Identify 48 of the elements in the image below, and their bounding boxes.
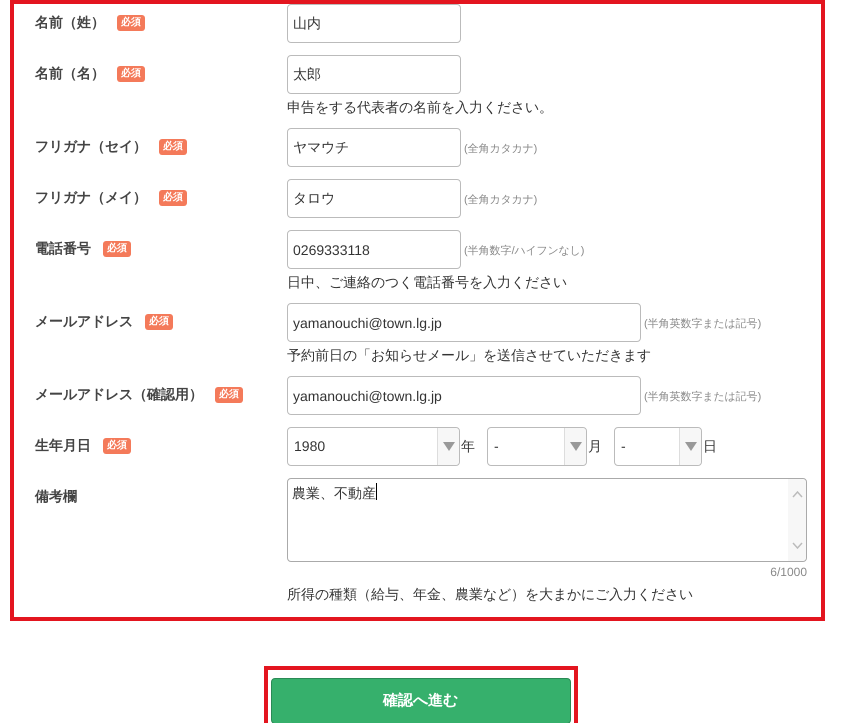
field-label: 備考欄 bbox=[35, 487, 77, 506]
field-note: 申告をする代表者の名前を入力ください。 bbox=[287, 98, 553, 116]
field-label: メールアドレス bbox=[35, 312, 133, 331]
required-badge: 必須 bbox=[159, 138, 187, 154]
field-label: 名前（姓） bbox=[35, 13, 105, 32]
required-badge: 必須 bbox=[215, 386, 243, 402]
text-field[interactable]: yamanouchi@town.lg.jp bbox=[287, 303, 641, 342]
field-label: 名前（名） bbox=[35, 64, 105, 83]
field-hint: (半角英数字または記号) bbox=[644, 390, 762, 404]
dropdown-arrow-icon bbox=[684, 442, 696, 451]
text-field[interactable]: 太郎 bbox=[287, 55, 461, 94]
remarks-textarea[interactable]: 農業、不動産 bbox=[287, 478, 807, 562]
date-unit: 年 bbox=[461, 437, 475, 456]
dropdown-select[interactable]: 1980 bbox=[287, 427, 460, 466]
scroll-up-icon bbox=[792, 491, 802, 498]
dropdown-select[interactable]: - bbox=[614, 427, 702, 466]
field-hint: (全角カタカナ) bbox=[464, 142, 538, 156]
field-note: 日中、ご連絡のつく電話番号を入力ください bbox=[287, 273, 568, 291]
text-field[interactable]: yamanouchi@town.lg.jp bbox=[287, 376, 641, 415]
field-label: メールアドレス（確認用） bbox=[35, 385, 203, 404]
required-badge: 必須 bbox=[145, 314, 173, 330]
field-hint: (半角英数字または記号) bbox=[644, 316, 762, 332]
text-field[interactable]: ヤマウチ bbox=[287, 128, 461, 167]
required-badge: 必須 bbox=[103, 438, 131, 454]
text-field[interactable]: タロウ bbox=[287, 179, 461, 218]
required-badge: 必須 bbox=[159, 190, 187, 206]
required-badge: 必須 bbox=[117, 14, 145, 30]
field-note: 予約前日の「お知らせメール」を送信させていただきます bbox=[287, 346, 652, 364]
field-note: 所得の種類（給与、年金、農業など）を大まかにご入力ください bbox=[287, 585, 694, 603]
date-unit: 日 bbox=[703, 437, 717, 456]
required-badge: 必須 bbox=[103, 240, 131, 256]
required-badge: 必須 bbox=[117, 66, 145, 82]
date-unit: 月 bbox=[588, 437, 602, 456]
scroll-down-icon bbox=[792, 542, 802, 549]
field-label: 電話番号 bbox=[35, 239, 91, 258]
field-hint: (半角数字/ハイフンなし) bbox=[464, 244, 584, 258]
field-label: 生年月日 bbox=[35, 436, 91, 455]
dropdown-select[interactable]: - bbox=[487, 427, 587, 466]
dropdown-arrow-icon bbox=[570, 442, 582, 451]
field-label: フリガナ（セイ） bbox=[35, 137, 147, 156]
text-field[interactable]: 山内 bbox=[287, 4, 461, 43]
textarea-text: 農業、不動産 bbox=[292, 484, 376, 503]
text-cursor bbox=[376, 483, 377, 500]
text-field[interactable]: 0269333118 bbox=[287, 230, 461, 269]
character-counter: 6/1000 bbox=[770, 564, 807, 581]
field-label: フリガナ（メイ） bbox=[35, 188, 147, 207]
dropdown-arrow-icon bbox=[442, 442, 454, 451]
field-hint: (全角カタカナ) bbox=[464, 192, 538, 208]
